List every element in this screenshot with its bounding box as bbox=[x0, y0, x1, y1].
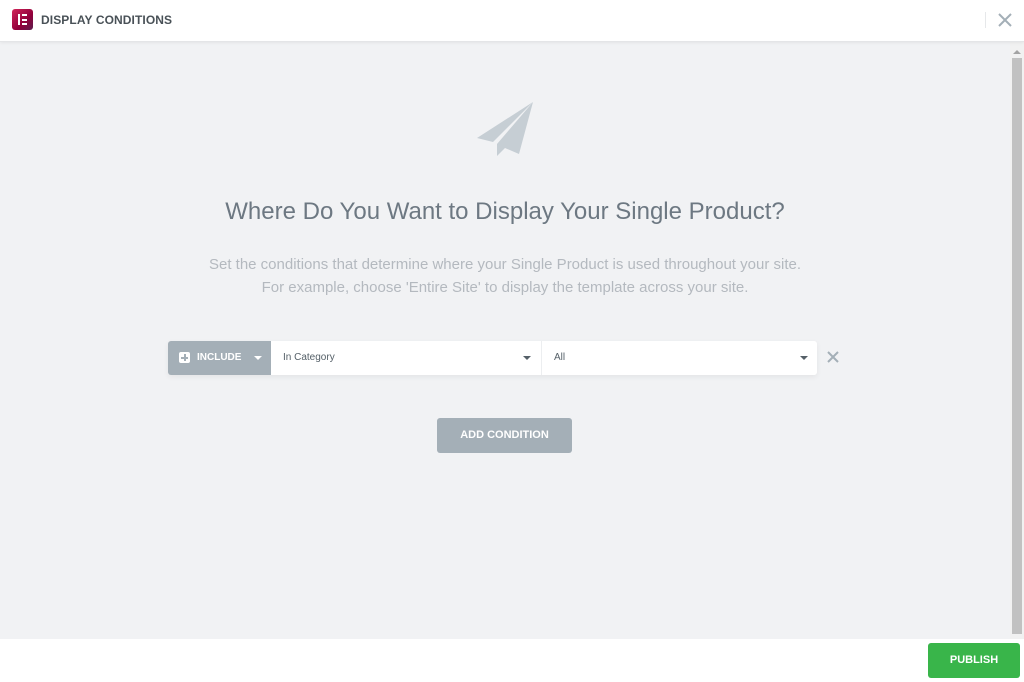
elementor-logo-icon bbox=[12, 9, 33, 30]
description-line-2: For example, choose 'Entire Site' to dis… bbox=[261, 279, 749, 296]
close-icon bbox=[827, 351, 839, 363]
chevron-down-icon bbox=[800, 356, 808, 360]
condition-rule-select[interactable]: In Category bbox=[271, 341, 542, 375]
modal-footer: PUBLISH bbox=[0, 639, 1024, 682]
include-exclude-select[interactable]: INCLUDE bbox=[168, 341, 271, 375]
modal-content: Where Do You Want to Display Your Single… bbox=[0, 42, 1024, 639]
publish-button[interactable]: PUBLISH bbox=[928, 643, 1020, 678]
modal-title: DISPLAY CONDITIONS bbox=[41, 13, 173, 27]
header-divider bbox=[985, 12, 986, 28]
paper-plane-icon bbox=[477, 102, 533, 156]
include-label: INCLUDE bbox=[197, 352, 242, 363]
page-description: Set the conditions that determine where … bbox=[0, 253, 1010, 299]
chevron-down-icon bbox=[254, 356, 262, 360]
plus-square-icon bbox=[179, 352, 190, 363]
scrollbar[interactable] bbox=[1010, 42, 1024, 639]
add-condition-button[interactable]: ADD CONDITION bbox=[437, 418, 572, 453]
remove-condition-button[interactable] bbox=[826, 350, 840, 364]
scrollbar-thumb[interactable] bbox=[1012, 58, 1022, 634]
close-modal-button[interactable] bbox=[996, 11, 1014, 29]
condition-subrule-select[interactable]: All bbox=[542, 341, 817, 375]
page-heading: Where Do You Want to Display Your Single… bbox=[225, 198, 785, 225]
scroll-up-arrow-icon[interactable] bbox=[1013, 50, 1021, 54]
condition-rule-value: In Category bbox=[283, 352, 335, 363]
chevron-down-icon bbox=[523, 356, 531, 360]
close-icon bbox=[998, 13, 1012, 27]
condition-row: INCLUDE In Category All bbox=[168, 341, 817, 375]
description-line-1: Set the conditions that determine where … bbox=[208, 256, 801, 273]
condition-subrule-value: All bbox=[554, 352, 566, 363]
modal-header: DISPLAY CONDITIONS bbox=[0, 0, 1024, 42]
